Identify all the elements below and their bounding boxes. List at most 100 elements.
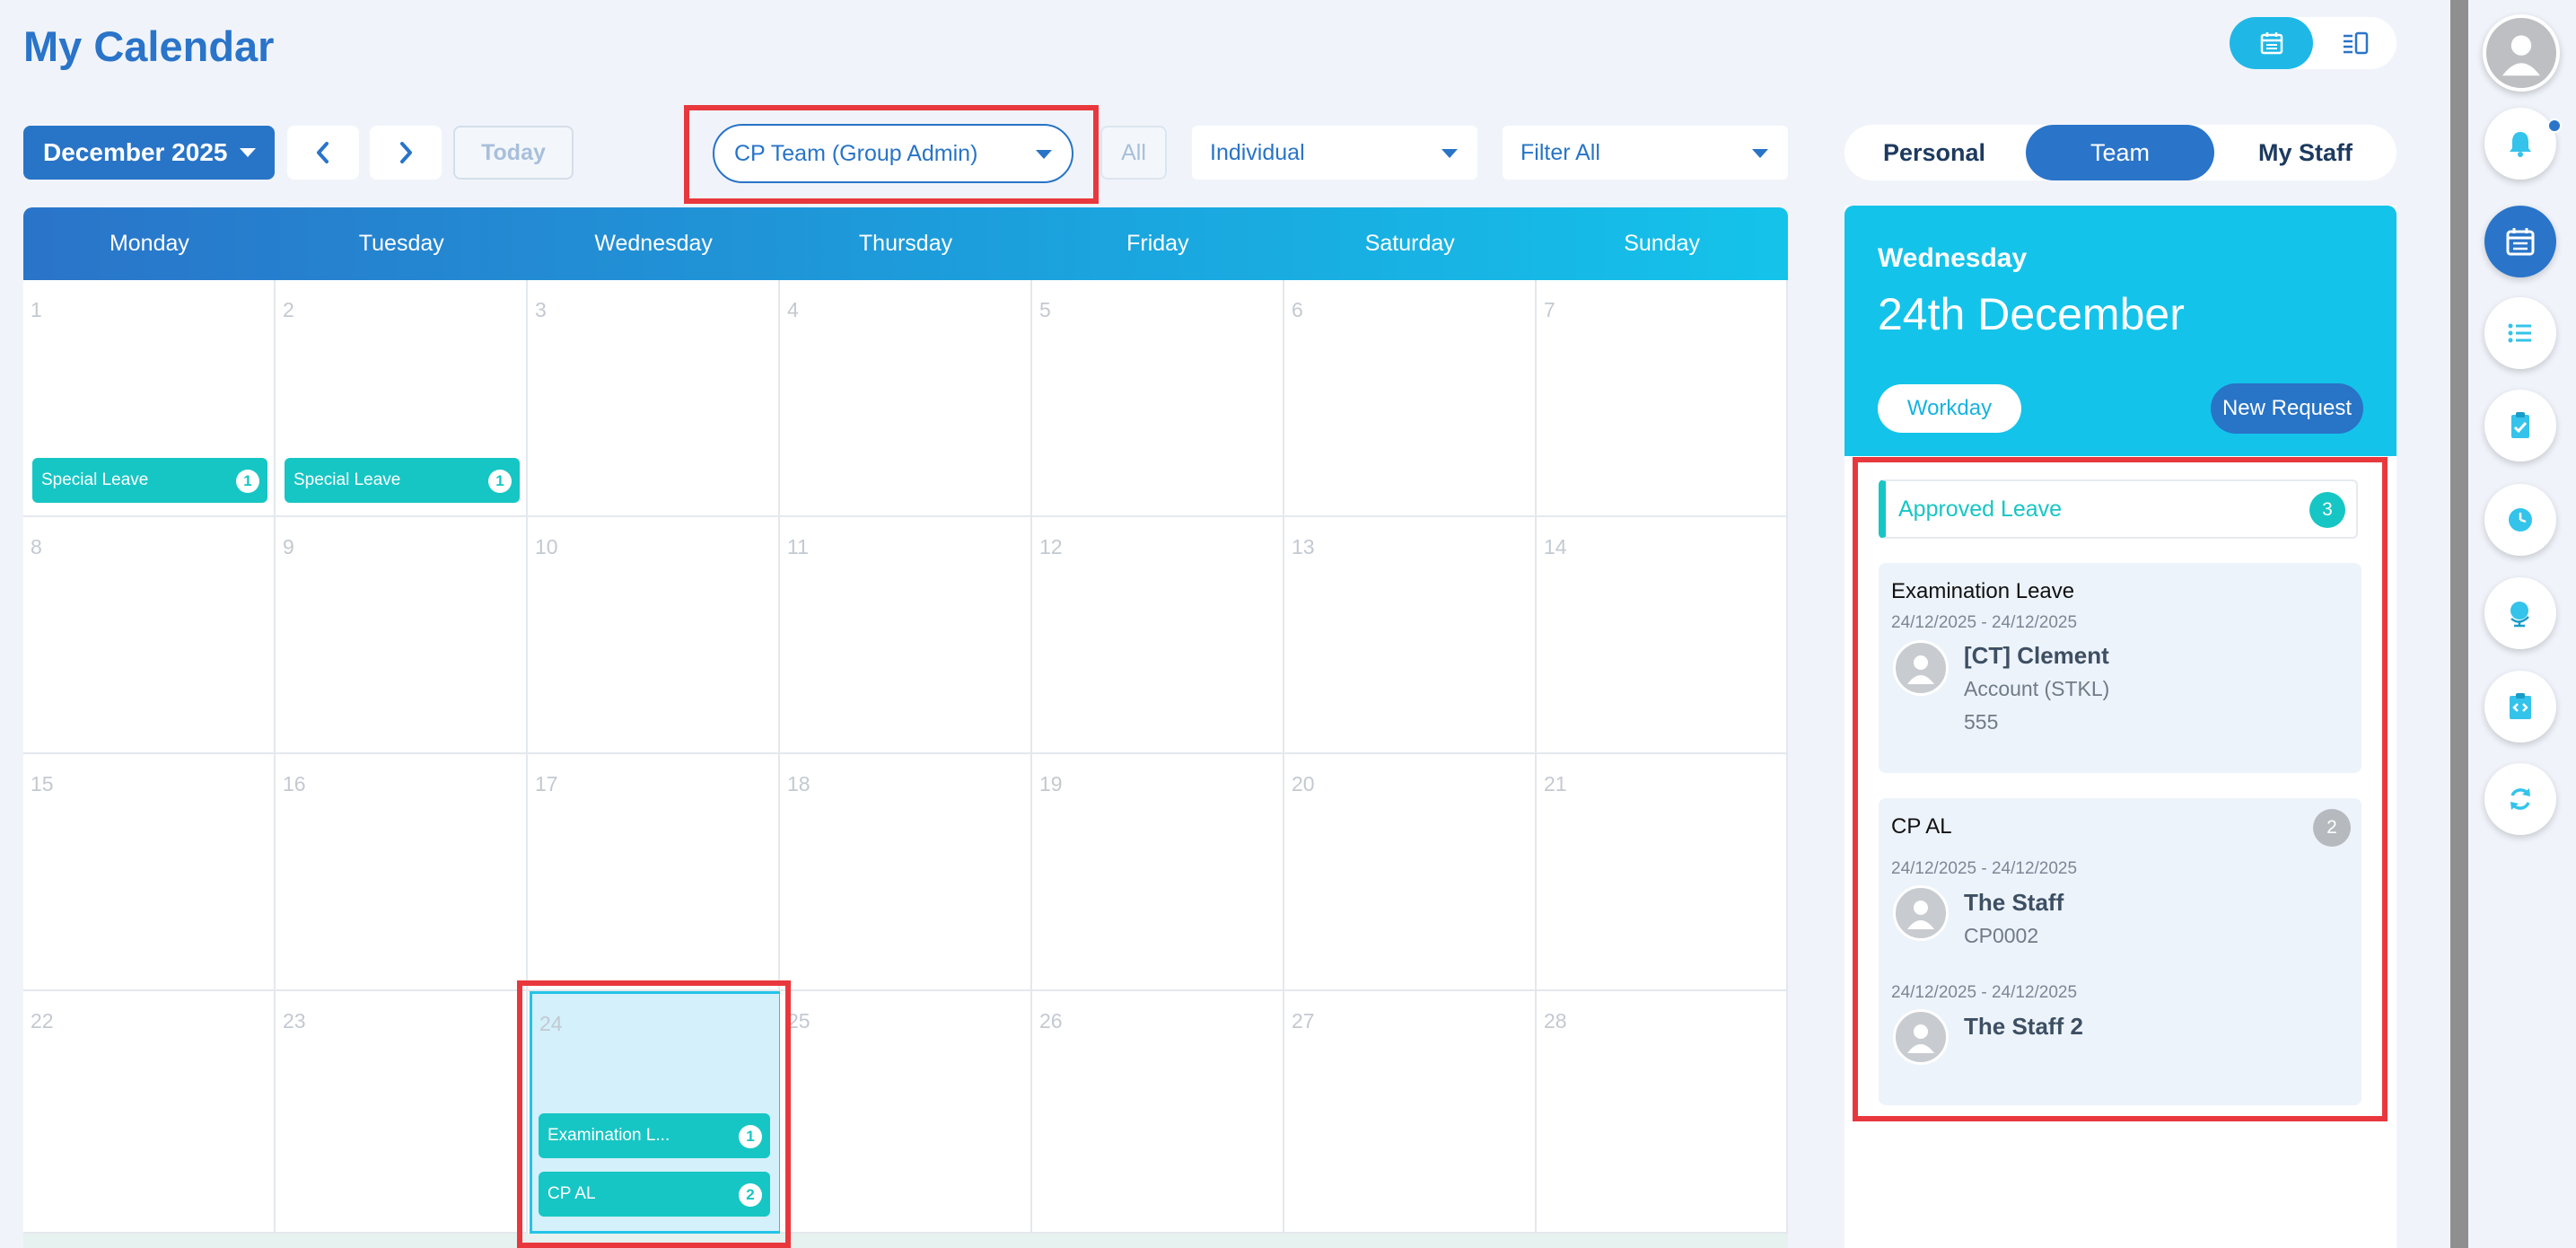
weekday-label: Monday	[109, 231, 189, 256]
globe-nav-button[interactable]	[2484, 577, 2556, 649]
chevron-right-icon	[400, 142, 412, 163]
today-button[interactable]: Today	[453, 126, 574, 180]
calendar-day-cell[interactable]: 23	[276, 991, 528, 1234]
calendar-day-cell[interactable]: 4	[780, 280, 1032, 517]
event-chip[interactable]: Special Leave 1	[32, 458, 267, 503]
calendar-view-button[interactable]	[2230, 17, 2313, 69]
calendar-day-cell[interactable]: 3	[528, 280, 780, 517]
day-number: 28	[1544, 1009, 1567, 1033]
day-number: 3	[535, 298, 547, 321]
caret-down-icon	[1441, 149, 1458, 158]
event-label: Special Leave	[41, 470, 149, 489]
calendar-day-cell[interactable]: 17	[528, 754, 780, 991]
integration-nav-button[interactable]	[2484, 671, 2556, 743]
list-icon	[2508, 323, 2531, 343]
calendar-view-icon	[2260, 32, 2282, 55]
calendar-day-cell[interactable]: 15	[23, 754, 276, 991]
highlight-box	[517, 980, 791, 1248]
caret-down-icon	[1752, 149, 1768, 158]
tab-personal[interactable]: Personal	[1844, 125, 2024, 180]
tab-team[interactable]: Team	[2026, 125, 2214, 180]
scrollbar[interactable]	[2450, 0, 2468, 1248]
calendar-day-cell[interactable]: 28	[1537, 991, 1788, 1234]
panel-weekday: Wednesday	[1878, 243, 2028, 273]
globe-icon	[2510, 602, 2529, 628]
next-month-button[interactable]	[370, 126, 442, 180]
day-detail-header: Wednesday 24th December Workday New Requ…	[1844, 206, 2396, 456]
day-number: 22	[31, 1009, 54, 1033]
scope-switcher[interactable]: Personal Team My Staff	[1844, 125, 2396, 180]
calendar-day-cell[interactable]: 18	[780, 754, 1032, 991]
weekday-header: Monday Tuesday Wednesday Thursday Friday…	[23, 207, 1788, 280]
list-view-button[interactable]	[2313, 17, 2396, 69]
filter-select-value: Filter All	[1520, 139, 1600, 165]
calendar-grid: 1 2 3 4 5 6 7 8 9 10 11 12 13 14 15 16 17 18 19 20 21 22 23 24 2…	[23, 280, 1788, 1248]
day-number: 11	[787, 535, 809, 558]
tasks-nav-button[interactable]	[2484, 390, 2556, 461]
day-number: 15	[31, 772, 54, 795]
day-number: 4	[787, 298, 799, 321]
profile-avatar[interactable]	[2483, 14, 2560, 92]
refresh-icon	[2510, 788, 2530, 810]
day-number: 19	[1039, 772, 1063, 795]
day-number: 26	[1039, 1009, 1063, 1033]
panel-date: 24th December	[1878, 289, 2185, 339]
time-nav-button[interactable]	[2484, 484, 2556, 556]
sync-nav-button[interactable]	[2484, 763, 2556, 835]
workday-badge[interactable]: Workday	[1878, 384, 2021, 433]
tab-my-staff[interactable]: My Staff	[2214, 125, 2396, 180]
new-request-button[interactable]: New Request	[2211, 383, 2363, 434]
clipboard-check-icon	[2511, 412, 2529, 438]
weekday-label: Sunday	[1624, 231, 1700, 256]
calendar-day-cell[interactable]: 19	[1032, 754, 1284, 991]
day-number: 23	[283, 1009, 306, 1033]
calendar-day-cell[interactable]: 20	[1284, 754, 1537, 991]
month-label: December 2025	[43, 138, 228, 166]
calendar-day-cell[interactable]: 9	[276, 517, 528, 754]
calendar-day-cell[interactable]: 22	[23, 991, 276, 1234]
calendar-day-cell[interactable]: 12	[1032, 517, 1284, 754]
calendar-day-cell[interactable]: 11	[780, 517, 1032, 754]
calendar-day-cell[interactable]: 26	[1032, 991, 1284, 1234]
calendar-day-cell[interactable]: 27	[1284, 991, 1537, 1234]
calendar-day-cell[interactable]: 14	[1537, 517, 1788, 754]
calendar-day-cell[interactable]: 16	[276, 754, 528, 991]
day-number: 9	[283, 535, 294, 558]
day-number: 21	[1544, 772, 1567, 795]
day-number: 27	[1292, 1009, 1315, 1033]
calendar-day-cell[interactable]: 21	[1537, 754, 1788, 991]
chevron-left-icon	[317, 142, 329, 163]
notifications-button[interactable]	[2484, 108, 2556, 180]
weekday-label: Tuesday	[358, 231, 444, 256]
calendar-day-cell[interactable]: 8	[23, 517, 276, 754]
day-number: 13	[1292, 535, 1315, 558]
calendar-day-cell[interactable]: 10	[528, 517, 780, 754]
type-select-value: Individual	[1210, 139, 1305, 165]
filter-select[interactable]: Filter All	[1503, 126, 1788, 180]
weekday-label: Thursday	[858, 231, 953, 256]
calendar-nav-button[interactable]	[2484, 206, 2556, 277]
list-nav-button[interactable]	[2484, 297, 2556, 369]
day-number: 14	[1544, 535, 1567, 558]
weekday-label: Saturday	[1364, 231, 1455, 256]
type-select[interactable]: Individual	[1192, 126, 1477, 180]
weekday-label: Friday	[1126, 231, 1189, 256]
day-number: 12	[1039, 535, 1063, 558]
month-selector[interactable]: December 2025	[23, 126, 275, 180]
clock-icon	[2509, 508, 2532, 532]
day-number: 8	[31, 535, 42, 558]
weekday-label: Wednesday	[594, 231, 713, 256]
day-number: 2	[283, 298, 294, 321]
calendar-day-cell[interactable]: 13	[1284, 517, 1537, 754]
day-number: 20	[1292, 772, 1315, 795]
all-button[interactable]: All	[1100, 126, 1167, 180]
previous-month-button[interactable]	[287, 126, 359, 180]
calendar-day-cell[interactable]: 25	[780, 991, 1032, 1234]
calendar-day-cell[interactable]: 5	[1032, 280, 1284, 517]
calendar-day-cell[interactable]: 6	[1284, 280, 1537, 517]
calendar-day-cell[interactable]: 7	[1537, 280, 1788, 517]
day-number: 18	[787, 772, 810, 795]
next-week-strip	[23, 1234, 1788, 1248]
view-toggle[interactable]	[2230, 17, 2396, 69]
event-chip[interactable]: Special Leave 1	[285, 458, 520, 503]
